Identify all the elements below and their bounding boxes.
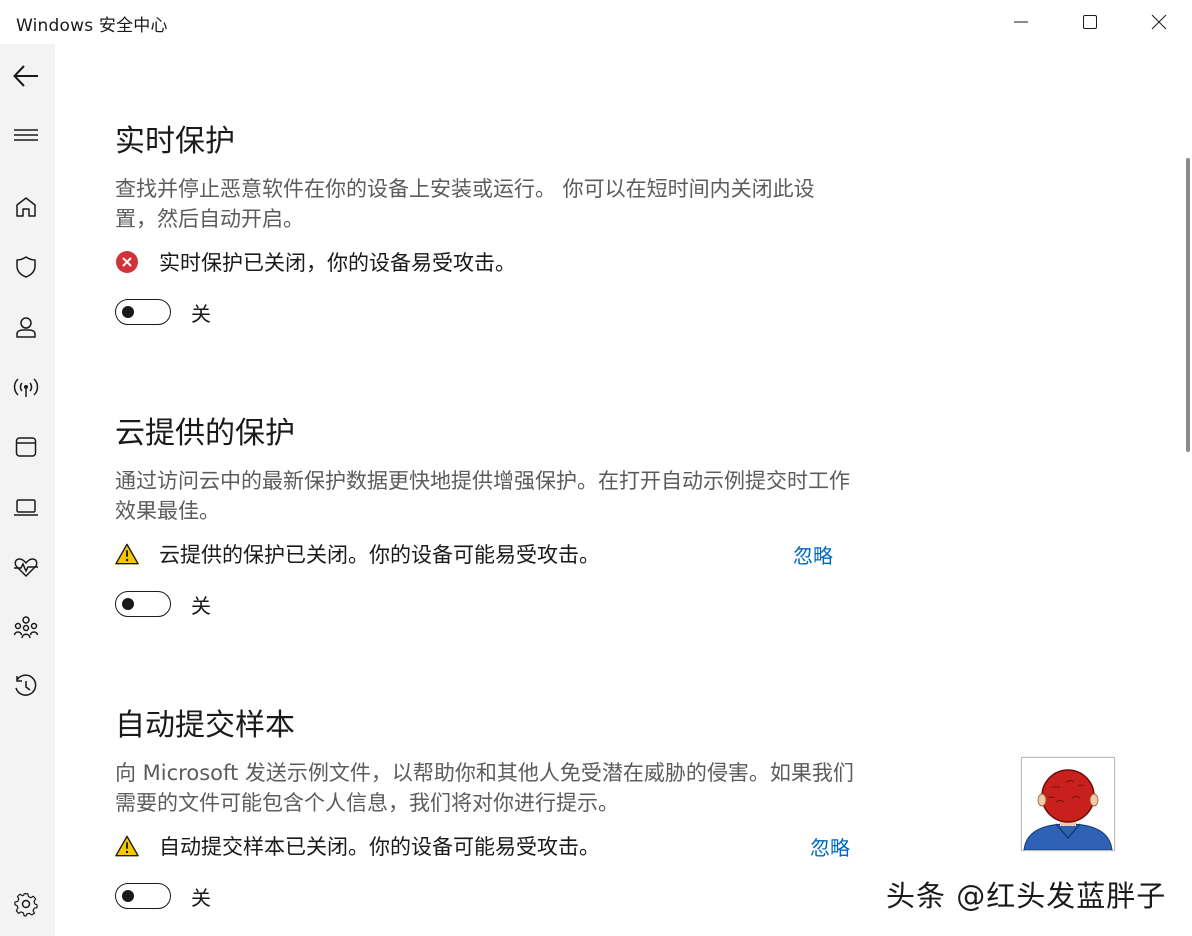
sidebar-item-device-performance[interactable] [6, 547, 46, 587]
status-text: 云提供的保护已关闭。你的设备可能易受攻击。 [159, 543, 600, 567]
maximize-button[interactable] [1067, 6, 1113, 38]
back-button[interactable] [6, 56, 46, 96]
person-icon [16, 317, 36, 338]
status-text: 自动提交样本已关闭。你的设备可能易受攻击。 [159, 835, 600, 859]
author-avatar [1021, 757, 1115, 851]
sidebar-nav [0, 44, 55, 936]
status-row: 实时保护已关闭，你的设备易受攻击。 [115, 246, 875, 278]
heart-pulse-icon [14, 558, 38, 577]
maximize-icon [1083, 15, 1097, 29]
section-title: 实时保护 [115, 124, 235, 159]
warning-triangle-icon [115, 542, 139, 566]
sidebar-item-home[interactable] [6, 187, 46, 227]
sidebar-item-account-protection[interactable] [6, 307, 46, 347]
sample-submission-toggle[interactable] [115, 883, 171, 909]
toggle-label: 关 [191, 885, 211, 910]
toggle-row: 关 [115, 588, 875, 620]
hamburger-menu-icon [14, 129, 38, 141]
section-sample-submission: 自动提交样本 向 Microsoft 发送示例文件，以帮助你和其他人免受潜在威胁… [115, 706, 875, 912]
gear-icon [14, 893, 38, 917]
section-description: 向 Microsoft 发送示例文件，以帮助你和其他人免受潜在威胁的侵害。如果我… [115, 761, 854, 815]
sidebar-item-firewall[interactable] [6, 367, 46, 407]
toggle-row: 关 [115, 880, 875, 912]
status-row: 云提供的保护已关闭。你的设备可能易受攻击。 忽略 [115, 538, 875, 570]
shield-icon [16, 256, 36, 278]
cloud-protection-toggle[interactable] [115, 591, 171, 617]
section-description: 通过访问云中的最新保护数据更快地提供增强保护。在打开自动示例提交时工作效果最佳。 [115, 469, 850, 523]
laptop-icon [14, 499, 38, 516]
warning-triangle-icon [115, 834, 139, 858]
toggle-knob [122, 306, 134, 318]
sidebar-item-virus-protection[interactable] [6, 247, 46, 287]
error-circle-icon [115, 250, 139, 274]
watermark-text: 头条 @红头发蓝胖子 [886, 879, 1167, 913]
close-icon [1151, 14, 1167, 30]
back-arrow-icon [13, 65, 38, 87]
scrollbar[interactable] [1186, 158, 1190, 452]
close-button[interactable] [1136, 6, 1182, 38]
toggle-row: 关 [115, 296, 875, 328]
sidebar-item-device-security[interactable] [6, 487, 46, 527]
status-row: 自动提交样本已关闭。你的设备可能易受攻击。 忽略 [115, 830, 875, 862]
sidebar-item-settings[interactable] [6, 884, 46, 924]
menu-button[interactable] [6, 115, 46, 155]
toggle-label: 关 [191, 593, 211, 618]
dismiss-link[interactable]: 忽略 [793, 540, 833, 569]
home-icon [16, 197, 36, 217]
toggle-knob [122, 890, 134, 902]
toggle-label: 关 [191, 301, 211, 326]
dismiss-link[interactable]: 忽略 [810, 832, 850, 861]
section-title: 自动提交样本 [115, 708, 295, 743]
section-realtime-protection: 实时保护 查找并停止恶意软件在你的设备上安装或运行。 你可以在短时间内关闭此设置… [115, 122, 875, 328]
history-icon [15, 674, 37, 696]
section-cloud-protection: 云提供的保护 通过访问云中的最新保护数据更快地提供增强保护。在打开自动示例提交时… [115, 414, 875, 620]
toggle-knob [122, 598, 134, 610]
sidebar-item-protection-history[interactable] [6, 667, 46, 707]
sidebar-item-app-browser-control[interactable] [6, 427, 46, 467]
sidebar-item-family-options[interactable] [6, 607, 46, 647]
section-description: 查找并停止恶意软件在你的设备上安装或运行。 你可以在短时间内关闭此设置，然后自动… [115, 177, 815, 231]
family-icon [13, 616, 39, 639]
wireless-signal-icon [13, 378, 39, 397]
window-title: Windows 安全中心 [16, 16, 168, 36]
minimize-icon [1014, 21, 1028, 23]
browser-window-icon [15, 437, 37, 457]
minimize-button[interactable] [998, 6, 1044, 38]
status-text: 实时保护已关闭，你的设备易受攻击。 [159, 251, 516, 275]
realtime-protection-toggle[interactable] [115, 299, 171, 325]
section-title: 云提供的保护 [115, 416, 295, 451]
title-bar: Windows 安全中心 [0, 0, 1192, 44]
